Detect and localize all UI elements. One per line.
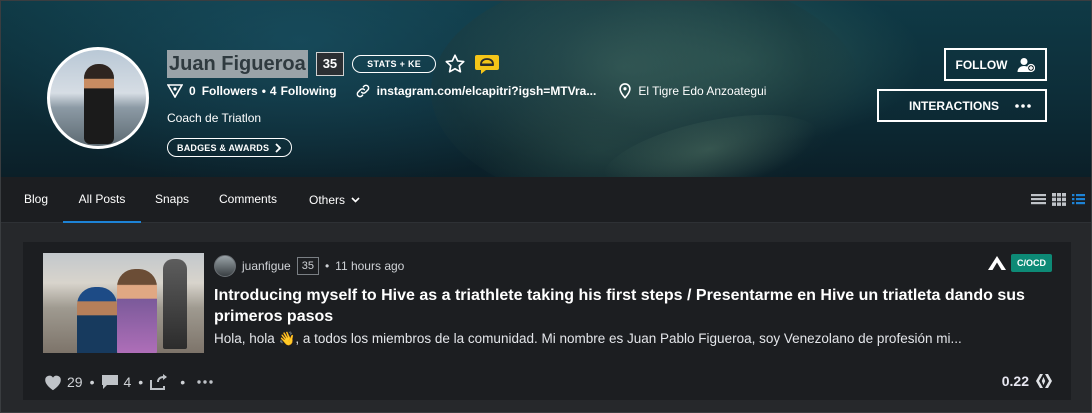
profile-meta-row: 0 Followers • 4 Following instagram.com/… xyxy=(167,83,766,99)
tab-comments[interactable]: Comments xyxy=(219,177,277,223)
profile-name-row: Juan Figueroa 35 STATS + KE xyxy=(167,49,500,79)
post-payout[interactable]: 0.22 xyxy=(1002,373,1053,389)
followers-label: Followers xyxy=(201,84,258,98)
location: El Tigre Edo Anzoategui xyxy=(618,83,766,99)
hive-icon xyxy=(1036,374,1052,388)
interactions-button[interactable]: INTERACTIONS xyxy=(877,89,1047,122)
post-time: 11 hours ago xyxy=(335,259,405,273)
post-thumbnail[interactable] xyxy=(43,253,204,353)
post-card[interactable]: juanfigue 35 • 11 hours ago C/OCD Introd… xyxy=(23,242,1071,400)
tab-others-label: Others xyxy=(309,193,346,207)
author-avatar[interactable] xyxy=(214,255,236,277)
post-title[interactable]: Introducing myself to Hive as a triathle… xyxy=(214,285,1054,327)
author-reputation-badge: 35 xyxy=(296,257,319,275)
hat-badge-icon[interactable] xyxy=(474,53,500,75)
post-footer: 29 • 4 • • xyxy=(43,373,213,391)
grid-view-icon[interactable] xyxy=(1052,193,1066,206)
meta-separator: • xyxy=(89,374,95,390)
website-url: instagram.com/elcapitri?igsh=MTVra... xyxy=(376,84,597,98)
profile-name: Juan Figueroa xyxy=(167,50,308,78)
post-author-row: juanfigue 35 • 11 hours ago xyxy=(214,255,404,277)
more-dots-icon[interactable] xyxy=(197,380,213,384)
chevron-down-icon xyxy=(351,197,360,203)
profile-about: Coach de Triatlon xyxy=(167,111,262,125)
follow-label: FOLLOW xyxy=(955,57,1008,72)
meta-separator: • xyxy=(180,374,186,390)
payout-value: 0.22 xyxy=(1001,373,1029,389)
profile-cover: Juan Figueroa 35 STATS + KE 0 Followers … xyxy=(1,1,1091,177)
tab-snaps[interactable]: Snaps xyxy=(155,177,189,223)
badges-awards-button[interactable]: BADGES & AWARDS xyxy=(167,138,293,157)
tab-blog[interactable]: Blog xyxy=(24,177,48,223)
following-count: 4 xyxy=(269,84,277,98)
stats-button[interactable]: STATS + KE xyxy=(352,55,437,73)
meta-separator: • xyxy=(138,374,144,390)
follow-button[interactable]: FOLLOW xyxy=(944,48,1047,81)
compact-view-icon[interactable] xyxy=(1072,193,1085,205)
link-icon xyxy=(356,84,369,98)
meta-separator: • xyxy=(324,259,330,273)
tab-others[interactable]: Others xyxy=(309,177,360,223)
thumbnail-figure-background xyxy=(163,259,187,349)
community-tag: C/OCD xyxy=(1011,254,1052,272)
reblog-icon[interactable] xyxy=(150,374,168,390)
website-link[interactable]: instagram.com/elcapitri?igsh=MTVra... xyxy=(355,83,597,99)
tab-all-posts[interactable]: All Posts xyxy=(63,177,141,223)
badges-awards-label: BADGES & AWARDS xyxy=(177,142,270,153)
list-view-icon[interactable] xyxy=(1031,193,1046,205)
heart-icon[interactable] xyxy=(43,373,63,391)
post-community[interactable]: C/OCD xyxy=(987,254,1052,272)
meta-separator: • xyxy=(261,84,266,98)
more-dots-icon xyxy=(1015,103,1031,108)
profile-tabs: Blog All Posts Snaps Comments Others xyxy=(1,177,1091,223)
followers-link[interactable]: 0 Followers xyxy=(167,84,258,98)
interactions-label: INTERACTIONS xyxy=(909,98,999,113)
followers-count: 0 xyxy=(189,84,196,98)
comment-icon[interactable] xyxy=(101,374,119,390)
location-text: El Tigre Edo Anzoategui xyxy=(638,84,767,98)
thumbnail-figure-adult xyxy=(77,287,117,353)
followers-icon xyxy=(167,84,183,98)
add-user-icon xyxy=(1017,57,1036,72)
post-summary[interactable]: Hola, hola 👋, a todos los miembros de la… xyxy=(214,331,1054,347)
star-icon[interactable] xyxy=(444,53,466,75)
chevron-right-icon xyxy=(275,142,282,153)
location-pin-icon xyxy=(619,83,632,99)
community-logo-icon xyxy=(988,256,1006,270)
reputation-badge: 35 xyxy=(315,52,345,76)
app-window: Juan Figueroa 35 STATS + KE 0 Followers … xyxy=(0,0,1092,413)
view-toggle-group xyxy=(1031,193,1085,206)
avatar-figure xyxy=(84,64,114,144)
following-label: Following xyxy=(280,84,337,98)
likes-count: 29 xyxy=(67,374,83,390)
post-author[interactable]: juanfigue xyxy=(242,259,291,273)
profile-avatar[interactable] xyxy=(47,47,149,149)
thumbnail-figure-child xyxy=(117,269,157,353)
following-link[interactable]: 4 Following xyxy=(270,84,337,98)
comments-count: 4 xyxy=(123,374,132,390)
